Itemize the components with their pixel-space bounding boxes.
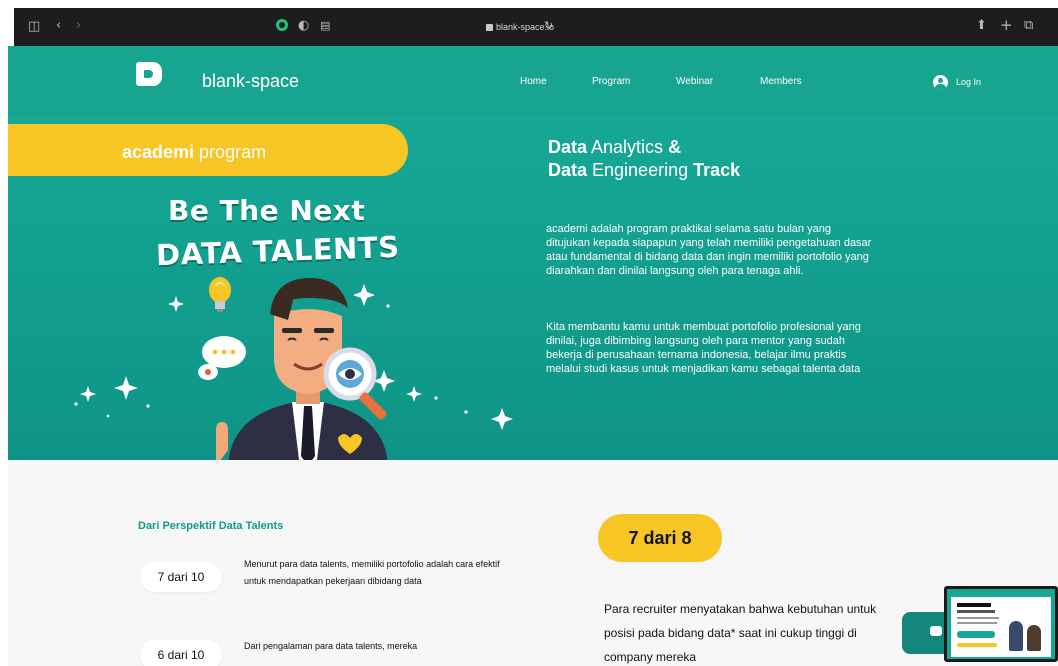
recruiter-stat-pill: 7 dari 8 bbox=[598, 514, 722, 562]
login-link[interactable]: Log In bbox=[956, 77, 981, 87]
back-icon[interactable]: ‹ bbox=[56, 19, 61, 33]
promo-thumbnail[interactable] bbox=[944, 586, 1058, 662]
heading-ampersand: & bbox=[668, 137, 682, 157]
recruiter-text: Para recruiter menyatakan bahwa kebutuha… bbox=[604, 602, 877, 664]
program-pill-label: academi program bbox=[122, 142, 266, 163]
hero-illustration bbox=[74, 277, 513, 460]
program-pill: academi program bbox=[8, 124, 408, 176]
stat-badge-2: 6 dari 10 bbox=[140, 640, 222, 666]
hand-icon bbox=[216, 422, 228, 460]
stat-text-2: Dari pengalaman para data talents, merek… bbox=[244, 641, 418, 651]
heading-analytics: Analytics bbox=[587, 137, 669, 157]
pill-rest: program bbox=[194, 142, 267, 162]
sidebar-icon[interactable]: ◫ bbox=[28, 20, 40, 34]
reader-icon[interactable]: ▤ bbox=[320, 19, 330, 33]
user-icon[interactable] bbox=[933, 75, 948, 90]
nav-members[interactable]: Members bbox=[760, 76, 802, 87]
program-benefit: Kita membantu kamu untuk membuat portofo… bbox=[546, 321, 861, 375]
tabs-icon[interactable]: ⧉ bbox=[1024, 19, 1033, 33]
heading-data-1: Data bbox=[548, 137, 588, 157]
nav-home[interactable]: Home bbox=[520, 76, 547, 87]
track-heading-line2: Data Engineering Track bbox=[548, 159, 740, 182]
forward-icon[interactable]: › bbox=[76, 19, 81, 33]
thumbnail-page bbox=[951, 597, 1051, 657]
bulb-yellow-left-icon bbox=[209, 277, 231, 312]
address-bar[interactable]: blank-space.io bbox=[486, 22, 554, 32]
program-description: academi adalah program praktikal selama … bbox=[546, 223, 872, 277]
heading-engineering: Engineering bbox=[587, 160, 694, 180]
heading-data-2: Data bbox=[548, 160, 588, 180]
stat-badge-1: 7 dari 10 bbox=[140, 562, 222, 592]
heading-track: Track bbox=[693, 160, 741, 180]
site-header: blank-space Home Program Webinar Members… bbox=[8, 46, 1058, 116]
chat-icon bbox=[930, 626, 942, 636]
shield-icon[interactable]: ◐ bbox=[298, 19, 309, 33]
hero-art-title-line1: Be The Next bbox=[168, 194, 366, 227]
perspective-title: Dari Perspektif Data Talents bbox=[138, 520, 284, 532]
new-tab-icon[interactable]: + bbox=[1000, 18, 1013, 33]
extension-icon[interactable] bbox=[276, 19, 288, 31]
stats-section: Dari Perspektif Data Talents 7 dari 10 M… bbox=[8, 460, 1058, 666]
brand-name[interactable]: blank-space bbox=[202, 71, 299, 92]
lock-icon bbox=[486, 24, 493, 31]
logo-icon[interactable] bbox=[136, 62, 162, 86]
speech-bubble-icon bbox=[198, 336, 246, 380]
chat-button[interactable] bbox=[902, 612, 950, 654]
pill-bold: academi bbox=[122, 142, 195, 162]
hero-section: academi program Be The Next DATA TALENTS bbox=[8, 116, 1058, 460]
stat-text-1: Menurut para data talents, memiliki port… bbox=[244, 559, 500, 586]
browser-chrome: ◫ ‹ › ◐ ▤ ↻ ⬆ + ⧉ blank-space.io bbox=[0, 0, 1058, 46]
url-text: blank-space.io bbox=[496, 22, 555, 32]
nav-program[interactable]: Program bbox=[592, 76, 630, 87]
nav-webinar[interactable]: Webinar bbox=[676, 76, 713, 87]
track-heading: Data Analytics & Data Engineering Track bbox=[548, 136, 740, 182]
track-heading-line1: Data Analytics & bbox=[548, 136, 740, 159]
share-icon[interactable]: ⬆ bbox=[976, 19, 987, 33]
